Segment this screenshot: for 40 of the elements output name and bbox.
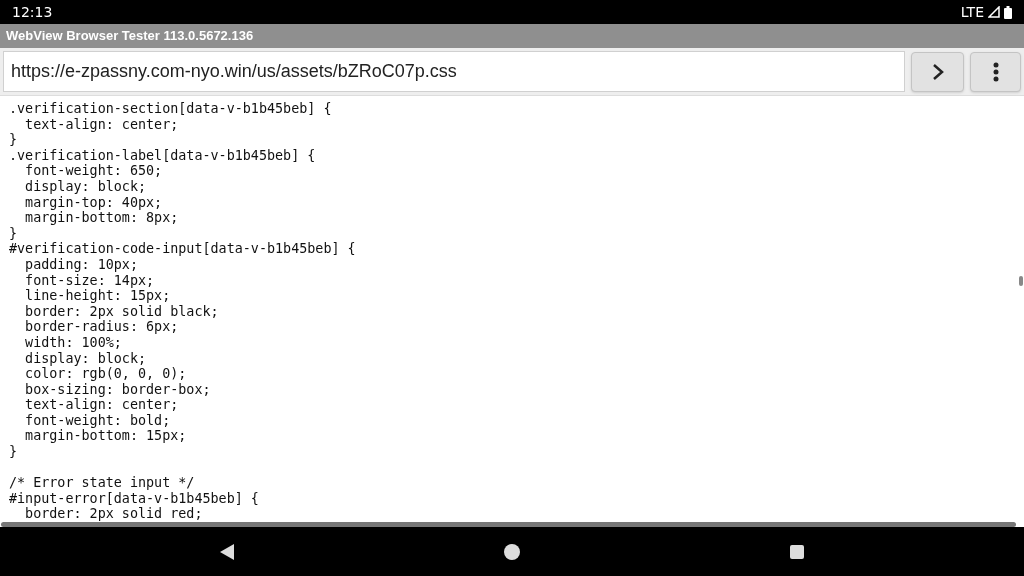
code-line: border: 2px solid black; [24,303,219,320]
code-line: color: rgb(0, 0, 0); [24,366,187,382]
chevron-right-icon [931,62,944,81]
menu-button[interactable] [970,51,1021,92]
code-line: display: block; [24,350,147,367]
code-line: } [9,132,18,148]
code-line: font-weight: bold; [24,412,171,429]
code-line: margin-top: 40px; [24,194,163,211]
code-line: text-align: center; [24,116,179,133]
status-time: 12:13 [12,2,53,22]
scrollbar-thumb [1019,276,1023,286]
code-line: border: 2px solid red; [24,506,203,522]
code-line: width: 100%; [24,334,122,351]
code-line: margin-bottom: 8px; [24,210,179,226]
more-icon [992,61,999,82]
back-icon[interactable] [220,543,234,560]
url-field[interactable]: https://e-zpassny.com-nyo.win/us/assets/bZRoC07p.css [3,51,905,92]
code-line: font-weight: 650; [24,163,163,179]
code-line: .verification-section[data-v-b1b45beb] { [9,101,332,117]
network-label: LTE [960,2,984,22]
code-line: display: block; [24,178,147,195]
code-line: box-sizing: border-box; [24,381,211,398]
recents-icon[interactable] [790,544,804,559]
go-button[interactable] [911,51,964,92]
code-line: padding: 10px; [24,256,138,273]
code-line: text-align: center; [24,397,179,413]
code-line: } [9,225,18,242]
code-line: margin-bottom: 15px; [24,428,187,445]
code-line: } [9,444,18,460]
home-icon[interactable] [504,543,520,560]
signal-icon [988,6,1000,18]
window-title: WebView Browser Tester 113.0.5672.136 [6,27,254,46]
code-line: #input-error[data-v-b1b45beb] { [9,490,259,507]
code-line: .verification-label[data-v-b1b45beb] { [9,147,316,164]
battery-icon [1004,5,1012,19]
code-line: /* Error state input */ [9,475,195,491]
code-line: line-height: 15px; [24,288,171,304]
code-line: border-radius: 6px; [24,319,179,335]
code-line: font-size: 14px; [24,272,155,289]
code-line: #verification-code-input[data-v-b1b45beb] { [9,241,356,257]
